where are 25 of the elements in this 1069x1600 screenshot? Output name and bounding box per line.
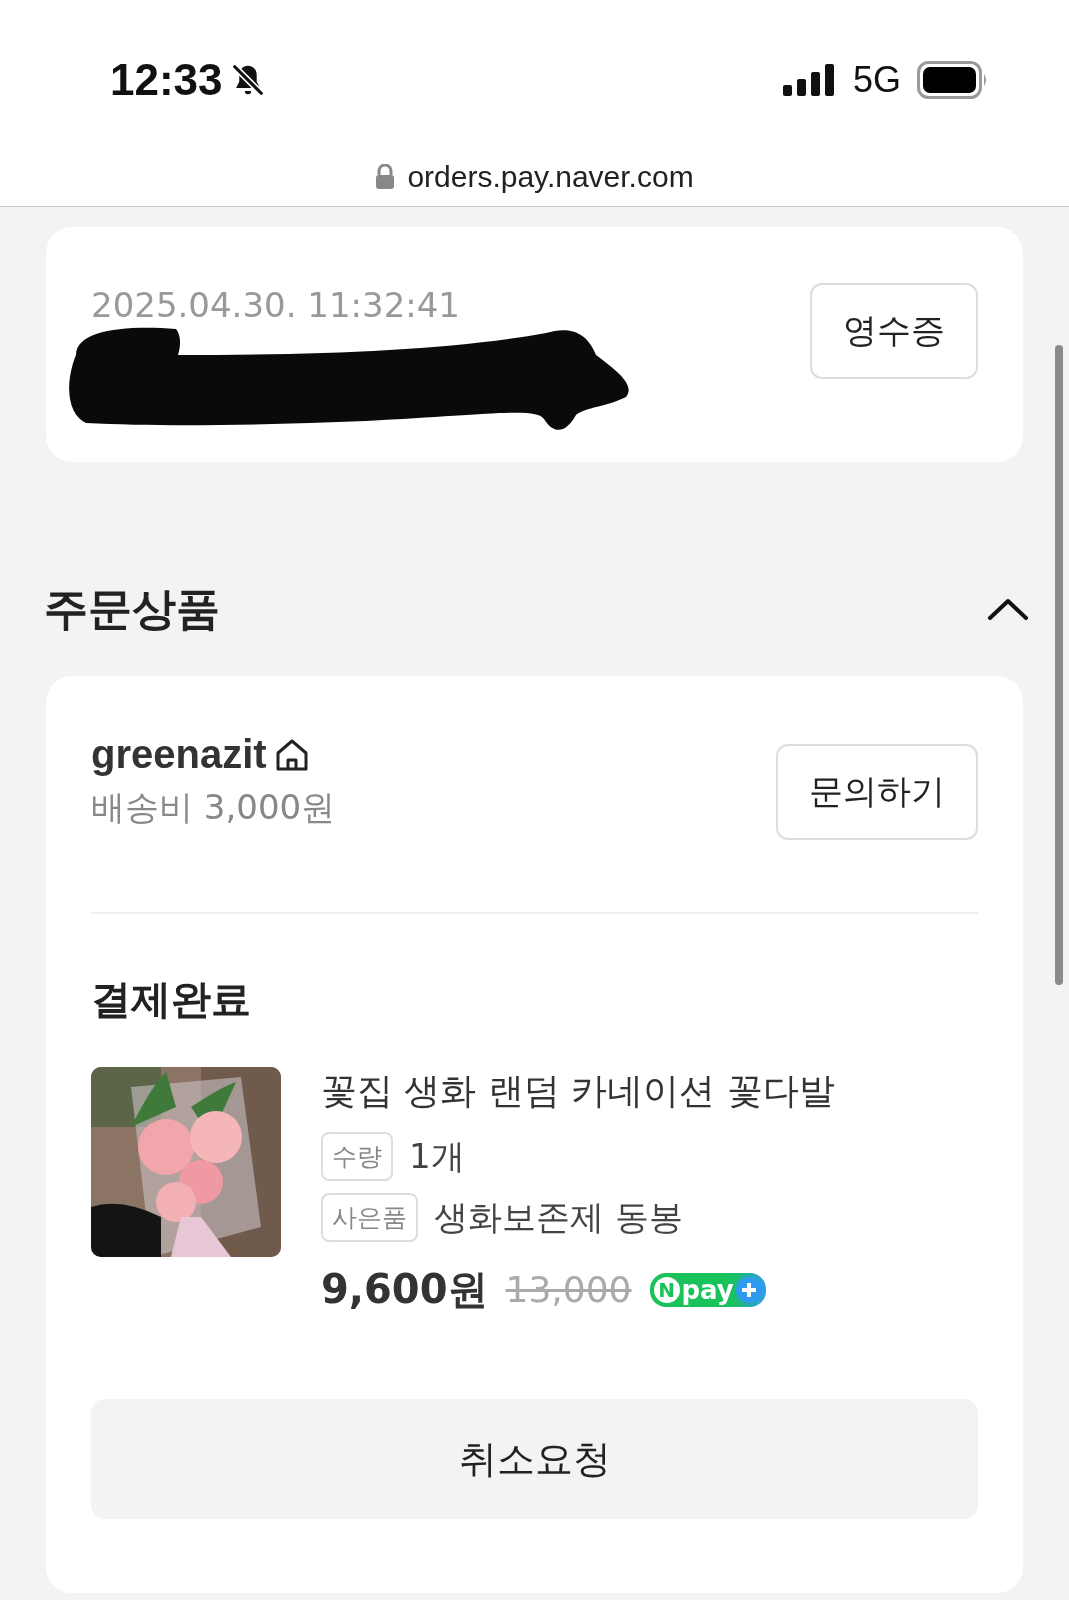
clock-time: 12:33 bbox=[110, 55, 223, 105]
product-title[interactable]: 꽃집 생화 랜덤 카네이션 꽃다발 bbox=[321, 1067, 835, 1116]
seller-name[interactable]: greenazit bbox=[91, 732, 267, 777]
url-text[interactable]: orders.pay.naver.com bbox=[407, 160, 694, 194]
network-label: 5G bbox=[852, 59, 901, 101]
shipping-fee: 배송비 3,000원 bbox=[91, 786, 336, 829]
collapse-chevron-icon[interactable] bbox=[987, 597, 1029, 621]
order-datetime: 2025.04.30. 11:32:41 bbox=[91, 285, 461, 325]
receipt-button[interactable]: 영수증 bbox=[810, 283, 978, 379]
cancel-request-button[interactable]: 취소요청 bbox=[91, 1399, 978, 1519]
detail-value: 1개 bbox=[409, 1134, 465, 1178]
npay-label: pay bbox=[681, 1275, 734, 1304]
signal-icon bbox=[782, 63, 837, 97]
detail-tag: 수량 bbox=[321, 1132, 393, 1181]
scrollbar[interactable] bbox=[1055, 345, 1063, 985]
detail-value: 생화보존제 동봉 bbox=[434, 1195, 683, 1239]
order-status: 결제완료 bbox=[91, 975, 252, 1024]
sale-price: 9,600원 bbox=[321, 1265, 488, 1314]
battery-icon bbox=[917, 61, 989, 99]
original-price: 13,000 bbox=[505, 1269, 632, 1310]
section-title: 주문상품 bbox=[44, 581, 220, 636]
n-logo: N bbox=[653, 1276, 680, 1303]
detail-tag: 사은품 bbox=[321, 1193, 418, 1242]
inquiry-button[interactable]: 문의하기 bbox=[776, 744, 978, 840]
plus-icon bbox=[735, 1276, 762, 1303]
